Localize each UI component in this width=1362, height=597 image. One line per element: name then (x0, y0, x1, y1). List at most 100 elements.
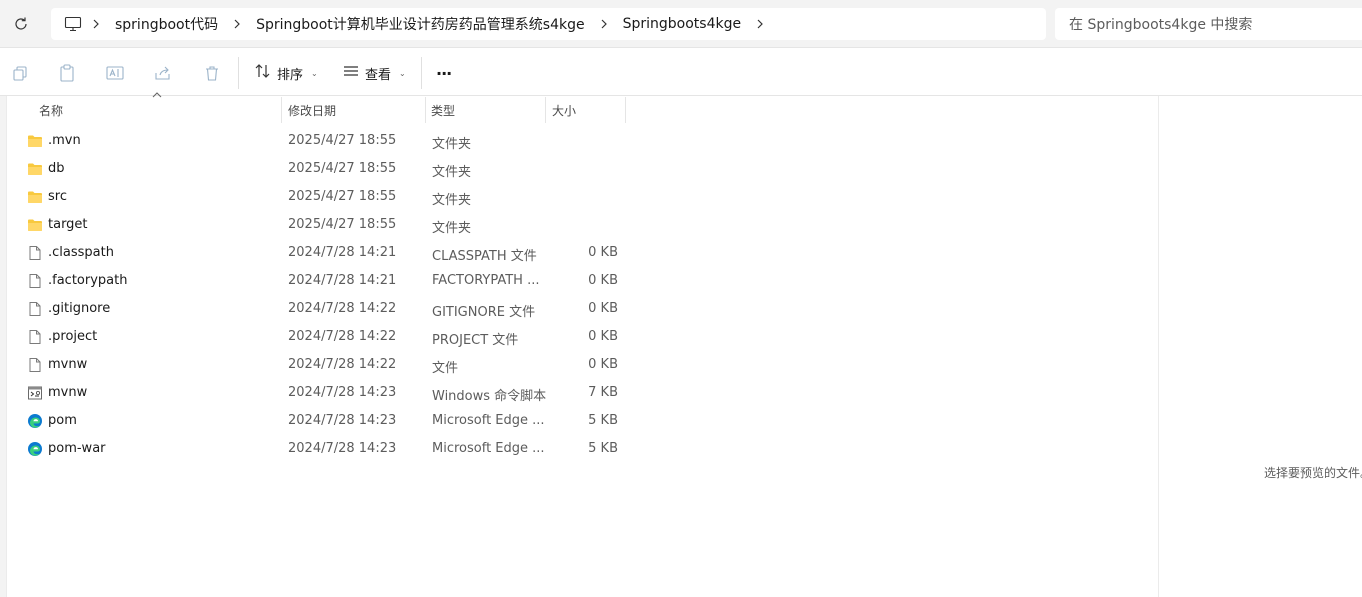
file-size: 0 KB (588, 273, 618, 288)
file-name: .classpath (48, 245, 114, 260)
file-name: pom (48, 413, 77, 428)
file-row[interactable]: .factorypath 2024/7/28 14:21 FACTORYPATH .… (22, 267, 626, 295)
breadcrumb-item[interactable]: Springboots4kge (617, 16, 748, 32)
toolbar-divider (421, 57, 422, 89)
file-row[interactable]: mvnw 2024/7/28 14:23 Windows 命令脚本 7 KB (22, 379, 626, 407)
chevron-right-icon[interactable] (83, 14, 109, 34)
file-icon (27, 245, 43, 261)
file-name: .gitignore (48, 301, 111, 316)
search-input[interactable]: 在 Springboots4kge 中搜索 (1055, 8, 1362, 40)
file-icon (27, 301, 43, 317)
file-date: 2025/4/27 18:55 (288, 189, 397, 204)
folder-icon (27, 161, 43, 177)
file-size: 5 KB (588, 441, 618, 456)
file-date: 2024/7/28 14:22 (288, 357, 397, 372)
chevron-right-icon[interactable] (591, 14, 617, 34)
view-button[interactable]: 查看 ⌄ (343, 61, 406, 85)
address-bar-row: springboot代码 Springboot计算机毕业设计药房药品管理系统s4… (0, 0, 1362, 48)
file-size: 0 KB (588, 245, 618, 260)
file-row[interactable]: pom-war 2024/7/28 14:23 Microsoft Edge ...… (22, 435, 626, 463)
share-icon[interactable] (152, 62, 174, 84)
folder-icon (27, 133, 43, 149)
breadcrumb-item[interactable]: Springboot计算机毕业设计药房药品管理系统s4kge (250, 14, 591, 34)
file-type: CLASSPATH 文件 (432, 249, 537, 264)
file-name: .project (48, 329, 98, 344)
file-icon (27, 329, 43, 345)
file-icon (27, 357, 43, 373)
refresh-icon[interactable] (10, 13, 32, 35)
file-row[interactable]: pom 2024/7/28 14:23 Microsoft Edge ... 5 KB (22, 407, 626, 435)
breadcrumb-item[interactable]: springboot代码 (109, 14, 224, 34)
edge-icon (27, 441, 43, 457)
chevron-right-icon[interactable] (747, 14, 773, 34)
file-size: 5 KB (588, 413, 618, 428)
rename-icon[interactable] (104, 62, 126, 84)
file-row[interactable]: .project 2024/7/28 14:22 PROJECT 文件 0 KB (22, 323, 626, 351)
file-row[interactable]: src 2025/4/27 18:55 文件夹 (22, 183, 626, 211)
file-date: 2024/7/28 14:23 (288, 385, 397, 400)
sort-label: 排序 (277, 67, 304, 83)
toolbar-divider (238, 57, 239, 89)
view-list-icon (343, 65, 359, 81)
folder-icon (27, 217, 43, 233)
copy-icon[interactable] (9, 62, 31, 84)
file-size: 0 KB (588, 301, 618, 316)
script-icon (27, 385, 43, 401)
chevron-down-icon: ⌄ (399, 68, 406, 78)
file-date: 2024/7/28 14:22 (288, 301, 397, 316)
navigation-pane-edge[interactable] (0, 96, 7, 597)
file-type: PROJECT 文件 (432, 333, 519, 348)
delete-icon[interactable] (201, 62, 223, 84)
file-row[interactable]: .gitignore 2024/7/28 14:22 GITIGNORE 文件 0 K… (22, 295, 626, 323)
file-name: target (48, 217, 88, 232)
command-bar: 排序 ⌄ 查看 ⌄ ··· (0, 49, 1362, 96)
file-type: 文件夹 (432, 221, 472, 236)
file-date: 2024/7/28 14:23 (288, 413, 397, 428)
file-name: mvnw (48, 385, 88, 400)
file-row[interactable]: .mvn 2025/4/27 18:55 文件夹 (22, 127, 626, 155)
file-date: 2025/4/27 18:55 (288, 217, 397, 232)
more-options-button[interactable]: ··· (436, 61, 452, 85)
chevron-right-icon[interactable] (224, 14, 250, 34)
sort-icon (255, 64, 271, 82)
file-row[interactable]: mvnw 2024/7/28 14:22 文件 0 KB (22, 351, 626, 379)
column-header-name[interactable]: 名称 (33, 97, 281, 123)
file-type: 文件夹 (432, 193, 472, 208)
sort-button[interactable]: 排序 ⌄ (255, 61, 318, 85)
file-row[interactable]: target 2025/4/27 18:55 文件夹 (22, 211, 626, 239)
file-date: 2024/7/28 14:21 (288, 273, 397, 288)
file-date: 2025/4/27 18:55 (288, 133, 397, 148)
file-type: Windows 命令脚本 (432, 389, 547, 404)
file-type: 文件夹 (432, 165, 472, 180)
file-type: Microsoft Edge ... (432, 413, 545, 428)
file-name: src (48, 189, 67, 204)
folder-icon (27, 189, 43, 205)
file-type: 文件 (432, 361, 459, 376)
file-name: .factorypath (48, 273, 128, 288)
address-bar[interactable]: springboot代码 Springboot计算机毕业设计药房药品管理系统s4… (51, 8, 1046, 40)
file-type: FACTORYPATH ... (432, 273, 540, 288)
preview-pane: 选择要预览的文件。 (1158, 96, 1362, 597)
preview-message: 选择要预览的文件。 (1264, 466, 1362, 480)
file-row[interactable]: db 2025/4/27 18:55 文件夹 (22, 155, 626, 183)
file-name: mvnw (48, 357, 88, 372)
file-name: db (48, 161, 65, 176)
this-pc-icon[interactable] (63, 14, 83, 34)
file-icon (27, 273, 43, 289)
paste-icon[interactable] (56, 62, 78, 84)
file-size: 7 KB (588, 385, 618, 400)
chevron-down-icon: ⌄ (311, 68, 318, 78)
file-type: GITIGNORE 文件 (432, 305, 536, 320)
file-size: 0 KB (588, 329, 618, 344)
edge-icon (27, 413, 43, 429)
column-header-size[interactable]: 大小 (546, 97, 625, 123)
file-name: .mvn (48, 133, 81, 148)
column-header-type[interactable]: 类型 (425, 97, 545, 123)
column-divider[interactable] (625, 97, 626, 123)
column-header-date[interactable]: 修改日期 (282, 97, 425, 123)
file-type: 文件夹 (432, 137, 472, 152)
file-date: 2024/7/28 14:22 (288, 329, 397, 344)
file-date: 2024/7/28 14:23 (288, 441, 397, 456)
search-placeholder: 在 Springboots4kge 中搜索 (1069, 17, 1253, 33)
file-row[interactable]: .classpath 2024/7/28 14:21 CLASSPATH 文件 0 K… (22, 239, 626, 267)
